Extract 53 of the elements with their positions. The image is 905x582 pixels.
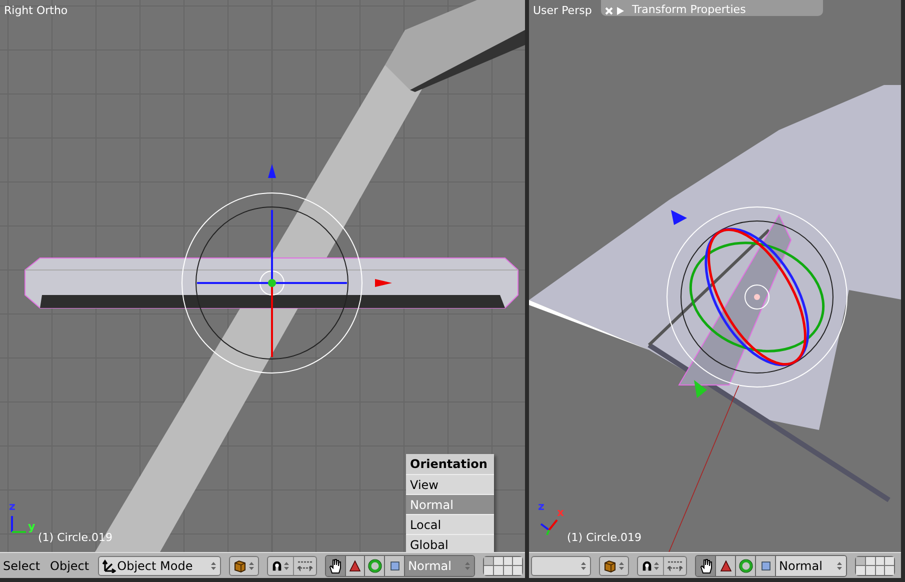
view-name: Right Ortho xyxy=(4,3,68,19)
magnet-icon xyxy=(641,559,653,572)
header-menu[interactable]: Object xyxy=(49,556,90,574)
axis-label: z xyxy=(538,501,544,512)
header-menu[interactable]: Select xyxy=(2,556,42,574)
menu-item[interactable]: Local xyxy=(406,514,494,534)
spinner-icon xyxy=(653,560,660,570)
spinner-icon xyxy=(618,560,625,570)
triangle-icon xyxy=(720,560,732,572)
hand-icon xyxy=(327,558,344,574)
viewport[interactable]: User Persp Transform Properties z x (1) Circle.019 xyxy=(529,0,901,552)
manipulator-button[interactable] xyxy=(716,556,736,576)
double-arrow-icon xyxy=(296,560,313,572)
orientation-dropdown[interactable]: Normal xyxy=(776,556,846,576)
cube-icon xyxy=(603,558,617,572)
viewport[interactable]: Right Ortho z y (1) Circle.019 Orientation View Normal Local Global xyxy=(0,0,525,552)
mode-dropdown[interactable]: Object Mode xyxy=(98,556,222,576)
spinner-icon xyxy=(464,560,472,570)
ring-icon xyxy=(738,558,752,572)
layer-buttons[interactable] xyxy=(855,556,895,576)
axis-label: y xyxy=(28,521,36,532)
manipulator-button[interactable] xyxy=(346,556,366,576)
object-type-button[interactable] xyxy=(599,556,629,576)
square-icon xyxy=(390,560,400,570)
object-type-button[interactable] xyxy=(229,556,259,576)
double-arrow-icon xyxy=(667,560,683,572)
axis-arrows-icon xyxy=(102,558,116,572)
spinner-icon xyxy=(580,560,587,570)
view-name: User Persp xyxy=(533,3,592,19)
object-info: (1) Circle.019 xyxy=(38,530,112,546)
spinner-icon xyxy=(210,560,218,570)
triangle-icon xyxy=(349,560,362,572)
cube-icon xyxy=(233,558,248,572)
manipulator-button[interactable] xyxy=(696,556,716,576)
menu-title: Orientation xyxy=(406,454,494,474)
close-icon[interactable] xyxy=(605,7,613,15)
axis-gizmo-drawing xyxy=(11,515,27,533)
panel-title: Transform Properties xyxy=(632,4,746,15)
manipulator-button[interactable] xyxy=(326,556,346,576)
magnet-icon xyxy=(270,559,283,572)
axis-label: z xyxy=(9,501,16,512)
square-icon xyxy=(760,560,770,570)
spinner-icon xyxy=(248,560,255,570)
object-info: (1) Circle.019 xyxy=(567,530,642,546)
axis-gizmo-drawing xyxy=(540,519,558,536)
spinner-icon xyxy=(836,560,843,570)
axis-label: x xyxy=(557,507,564,518)
spinner-icon xyxy=(282,560,290,570)
hand-icon xyxy=(698,558,714,574)
empty-dropdown[interactable] xyxy=(531,556,591,576)
ring-icon xyxy=(368,558,382,572)
layer-buttons[interactable] xyxy=(483,556,524,576)
triangle-right-icon[interactable] xyxy=(617,7,624,15)
